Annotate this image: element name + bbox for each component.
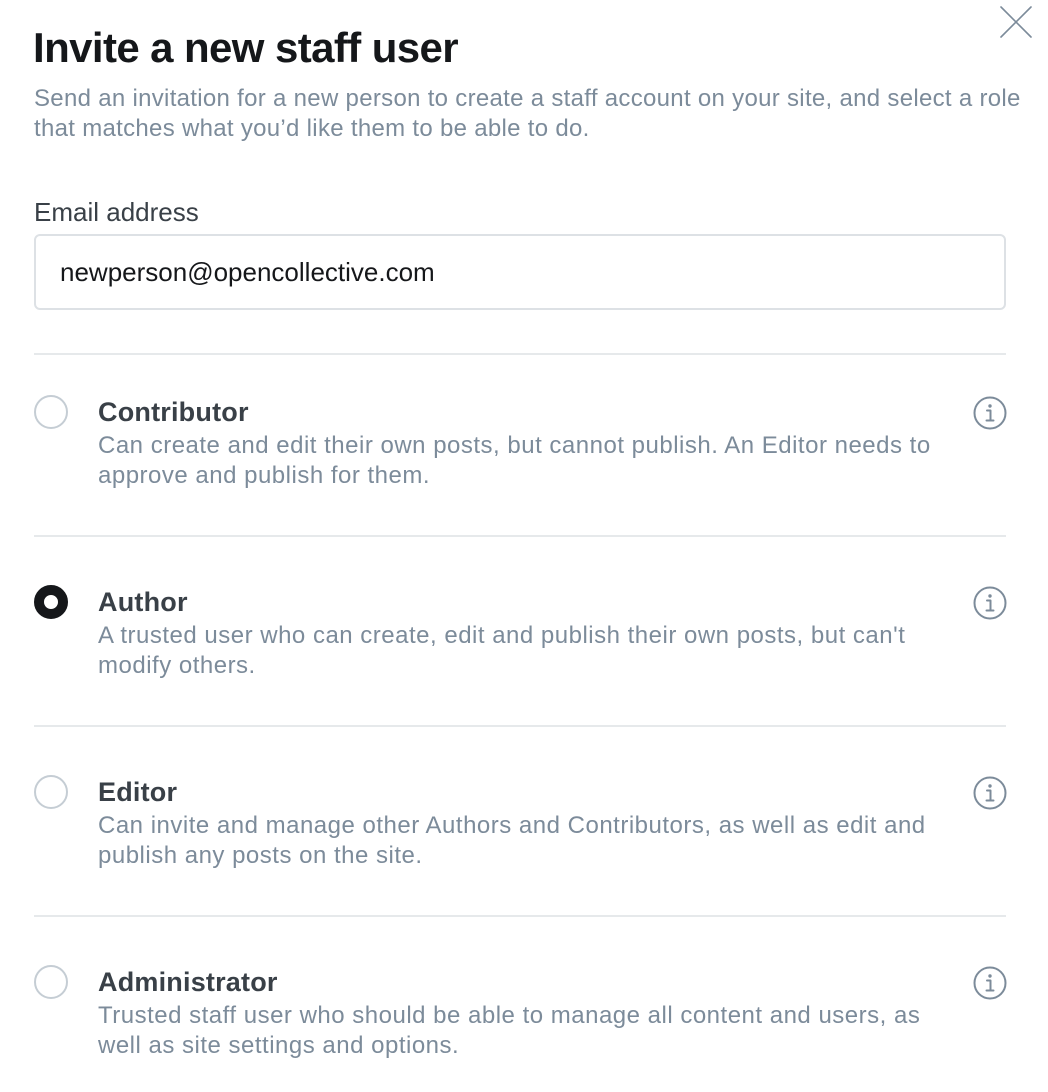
divider [34,535,1006,537]
email-input[interactable] [34,234,1006,310]
role-option-administrator[interactable]: Administrator Trusted staff user who sho… [34,965,1008,1085]
email-label: Email address [34,197,199,227]
role-description-contributor: Can create and edit their own posts, but… [98,432,931,489]
close-icon [1000,6,1032,38]
role-option-contributor[interactable]: Contributor Can create and edit their ow… [34,395,1008,515]
modal-description: Send an invitation for a new person to c… [34,85,1021,142]
radio-editor[interactable] [34,775,68,809]
modal-title: Invite a new staff user [33,24,459,71]
info-icon[interactable] [972,965,1008,1001]
role-description-editor: Can invite and manage other Authors and … [98,812,926,869]
info-icon[interactable] [972,395,1008,431]
role-name-administrator: Administrator [98,967,278,997]
divider [34,915,1006,917]
role-option-author[interactable]: Author A trusted user who can create, ed… [34,585,1008,705]
radio-administrator[interactable] [34,965,68,999]
radio-contributor[interactable] [34,395,68,429]
divider [34,353,1006,355]
role-name-contributor: Contributor [98,397,249,427]
divider [34,725,1006,727]
info-icon[interactable] [972,585,1008,621]
role-option-editor[interactable]: Editor Can invite and manage other Autho… [34,775,1008,895]
radio-author[interactable] [34,585,68,619]
role-description-administrator: Trusted staff user who should be able to… [98,1002,921,1059]
invite-staff-modal: Invite a new staff user Send an invitati… [0,0,1048,1092]
info-icon[interactable] [972,775,1008,811]
role-name-editor: Editor [98,777,178,807]
close-button[interactable] [998,4,1034,40]
role-description-author: A trusted user who can create, edit and … [98,622,906,679]
role-name-author: Author [98,587,188,617]
